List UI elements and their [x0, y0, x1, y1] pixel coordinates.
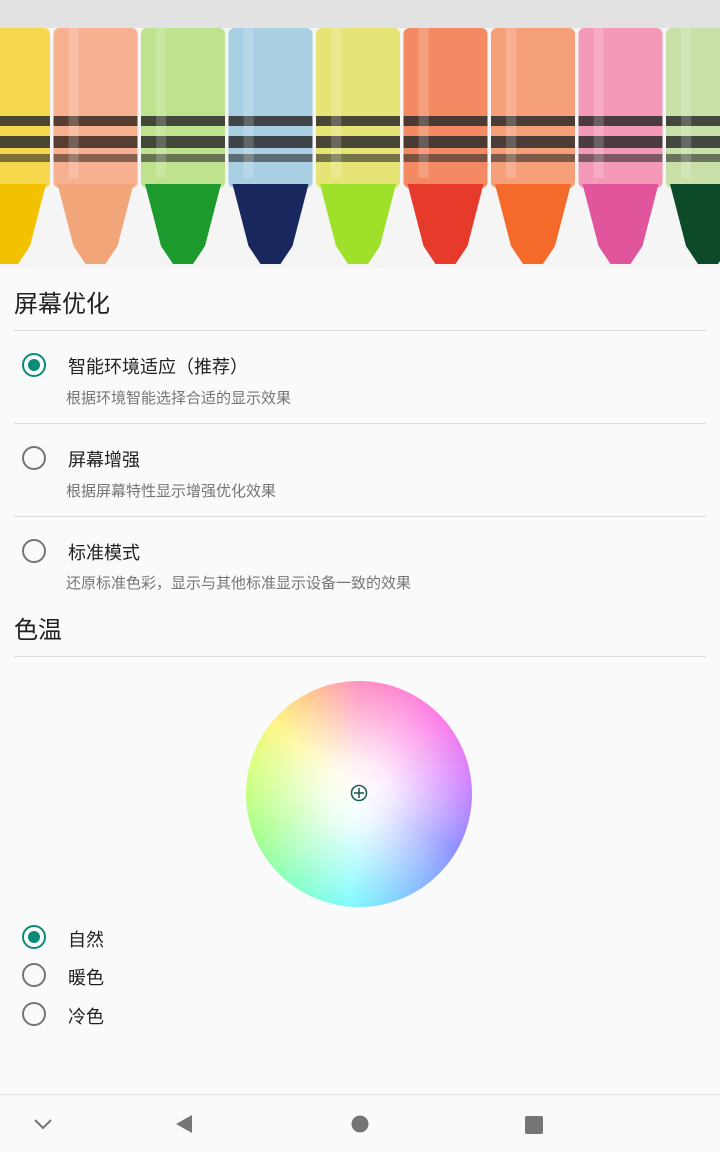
temp-option-label: 暖色 [68, 968, 104, 989]
crosshair-icon[interactable] [350, 784, 368, 802]
option-title: 智能环境适应（推荐） [68, 357, 248, 378]
radio-button-checked[interactable] [22, 925, 46, 949]
radio-button[interactable] [22, 1002, 46, 1026]
radio-button-checked[interactable] [22, 353, 46, 377]
divider [14, 656, 706, 657]
divider [14, 516, 706, 517]
option-description: 根据环境智能选择合适的显示效果 [66, 389, 292, 407]
radio-button[interactable] [22, 963, 46, 987]
temp-option-label: 自然 [68, 930, 104, 951]
crayons-illustration [0, 28, 720, 268]
section-title-color-temperature: 色温 [14, 616, 62, 644]
section-title-screen-optimization: 屏幕优化 [14, 290, 110, 318]
option-title: 屏幕增强 [68, 450, 140, 471]
home-icon[interactable] [350, 1114, 370, 1134]
temp-option-label: 冷色 [68, 1007, 104, 1028]
divider [14, 330, 706, 331]
recents-icon[interactable] [524, 1115, 544, 1135]
hero-image-crayons [0, 28, 720, 268]
navigation-bar [0, 1094, 720, 1152]
option-title: 标准模式 [68, 543, 140, 564]
option-description: 根据屏幕特性显示增强优化效果 [66, 482, 277, 500]
radio-button[interactable] [22, 539, 46, 563]
chevron-down-icon[interactable] [32, 1117, 54, 1131]
status-bar [0, 0, 720, 28]
option-description: 还原标准色彩，显示与其他标准显示设备一致的效果 [66, 574, 412, 592]
divider [14, 423, 706, 424]
radio-button[interactable] [22, 446, 46, 470]
back-icon[interactable] [174, 1113, 194, 1135]
